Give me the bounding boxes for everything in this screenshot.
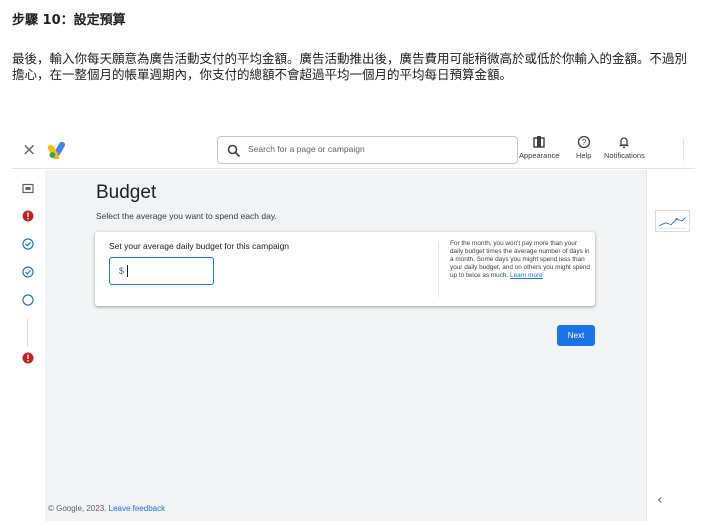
currency-prefix: $: [119, 266, 125, 276]
bell-icon: [619, 137, 629, 149]
google-ads-app: × Search for a page or campaign Appearan…: [12, 133, 695, 521]
top-bar: × Search for a page or campaign Appearan…: [12, 133, 695, 169]
page-title: Budget: [96, 182, 157, 203]
step-title: 步驟 10：設定預算: [12, 13, 126, 28]
appearance-button[interactable]: Appearance: [519, 135, 559, 160]
learn-more-link[interactable]: Learn more: [510, 272, 543, 279]
appearance-icon: [533, 136, 545, 148]
search-input[interactable]: Search for a page or campaign: [248, 144, 365, 154]
check-circle-icon[interactable]: [22, 266, 34, 278]
help-button[interactable]: ? Help: [576, 135, 591, 160]
chart-thumbnail[interactable]: [655, 210, 690, 232]
check-circle-icon[interactable]: [22, 238, 34, 250]
search-icon: [227, 144, 241, 158]
topbar-divider: [683, 139, 684, 161]
right-panel: ‹: [646, 170, 695, 521]
help-icon: ?: [577, 135, 590, 149]
svg-text:?: ?: [581, 138, 586, 147]
text-caret: [127, 265, 128, 277]
notifications-label: Notifications: [604, 151, 645, 160]
chevron-left-icon[interactable]: ‹: [657, 492, 663, 508]
search-box[interactable]: Search for a page or campaign: [217, 136, 518, 164]
main-content: Budget Select the average you want to sp…: [45, 170, 646, 521]
page-subtitle: Select the average you want to spend eac…: [96, 211, 277, 221]
step-description: 最後，輸入你每天願意為廣告活動支付的平均金額。廣告活動推出後，廣告費用可能稍微高…: [12, 51, 688, 82]
error-icon[interactable]: [22, 210, 34, 222]
close-icon[interactable]: ×: [22, 141, 36, 159]
google-ads-logo[interactable]: [48, 141, 70, 159]
copyright-text: © Google, 2023.: [48, 504, 107, 513]
rail-connector: [27, 319, 28, 347]
next-button[interactable]: Next: [557, 325, 595, 346]
budget-help-text: For the month, you won't pay more than y…: [450, 240, 590, 280]
daily-budget-input[interactable]: $: [109, 257, 214, 285]
card-divider: [438, 241, 439, 297]
empty-circle-icon[interactable]: [22, 294, 34, 306]
notifications-button[interactable]: Notifications: [604, 135, 645, 160]
step-rail: [12, 170, 45, 521]
budget-card: Set your average daily budget for this c…: [95, 232, 595, 306]
appearance-label: Appearance: [519, 151, 560, 160]
preview-icon[interactable]: [22, 183, 34, 195]
help-label: Help: [576, 151, 592, 160]
leave-feedback-link[interactable]: Leave feedback: [109, 504, 166, 513]
budget-field-label: Set your average daily budget for this c…: [109, 241, 290, 251]
footer: © Google, 2023. Leave feedback: [48, 504, 165, 513]
error-icon[interactable]: [22, 352, 34, 364]
